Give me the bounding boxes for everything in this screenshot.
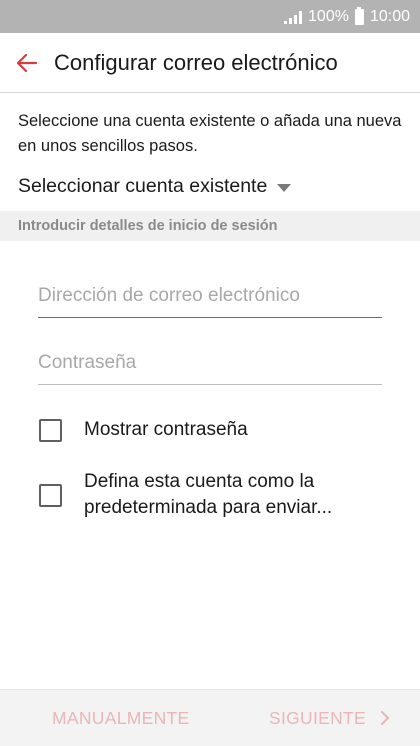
email-field[interactable] (38, 281, 382, 311)
dropdown-caret-icon (277, 183, 292, 192)
bottom-action-bar: MANUALMENTE SIGUIENTE (0, 689, 420, 746)
app-bar: Configurar correo electrónico (0, 33, 420, 93)
default-account-row[interactable]: Defina esta cuenta como la predeterminad… (39, 469, 400, 521)
chevron-right-icon (381, 711, 389, 725)
show-password-checkbox[interactable] (39, 418, 62, 442)
email-field-underline (38, 317, 382, 318)
show-password-label: Mostrar contraseña (84, 419, 248, 440)
battery-icon (354, 6, 364, 25)
signal-icon (284, 10, 303, 24)
section-header: Introducir detalles de inicio de sesión (0, 211, 420, 241)
select-existing-label: Seleccionar cuenta existente (18, 174, 268, 197)
show-password-row[interactable]: Mostrar contraseña (39, 417, 400, 443)
back-arrow-icon[interactable] (0, 52, 54, 74)
next-button-label: SIGUIENTE (268, 707, 366, 728)
default-account-checkbox[interactable] (39, 483, 62, 507)
status-bar: 100% 10:00 (0, 0, 420, 33)
page-title: Configurar correo electrónico (54, 49, 338, 75)
manual-setup-button[interactable]: MANUALMENTE (52, 708, 189, 729)
default-account-label: Defina esta cuenta como la predeterminad… (84, 471, 333, 518)
next-button[interactable]: SIGUIENTE (269, 708, 390, 729)
battery-percent: 100% (308, 7, 349, 25)
email-field-container (38, 281, 382, 318)
password-field-container (38, 348, 382, 385)
select-existing-account-dropdown[interactable]: Seleccionar cuenta existente (0, 159, 420, 203)
status-time: 10:00 (369, 7, 410, 25)
intro-text: Seleccione una cuenta existente o añada … (18, 112, 402, 155)
password-field[interactable] (38, 348, 382, 378)
password-field-underline (38, 384, 382, 385)
